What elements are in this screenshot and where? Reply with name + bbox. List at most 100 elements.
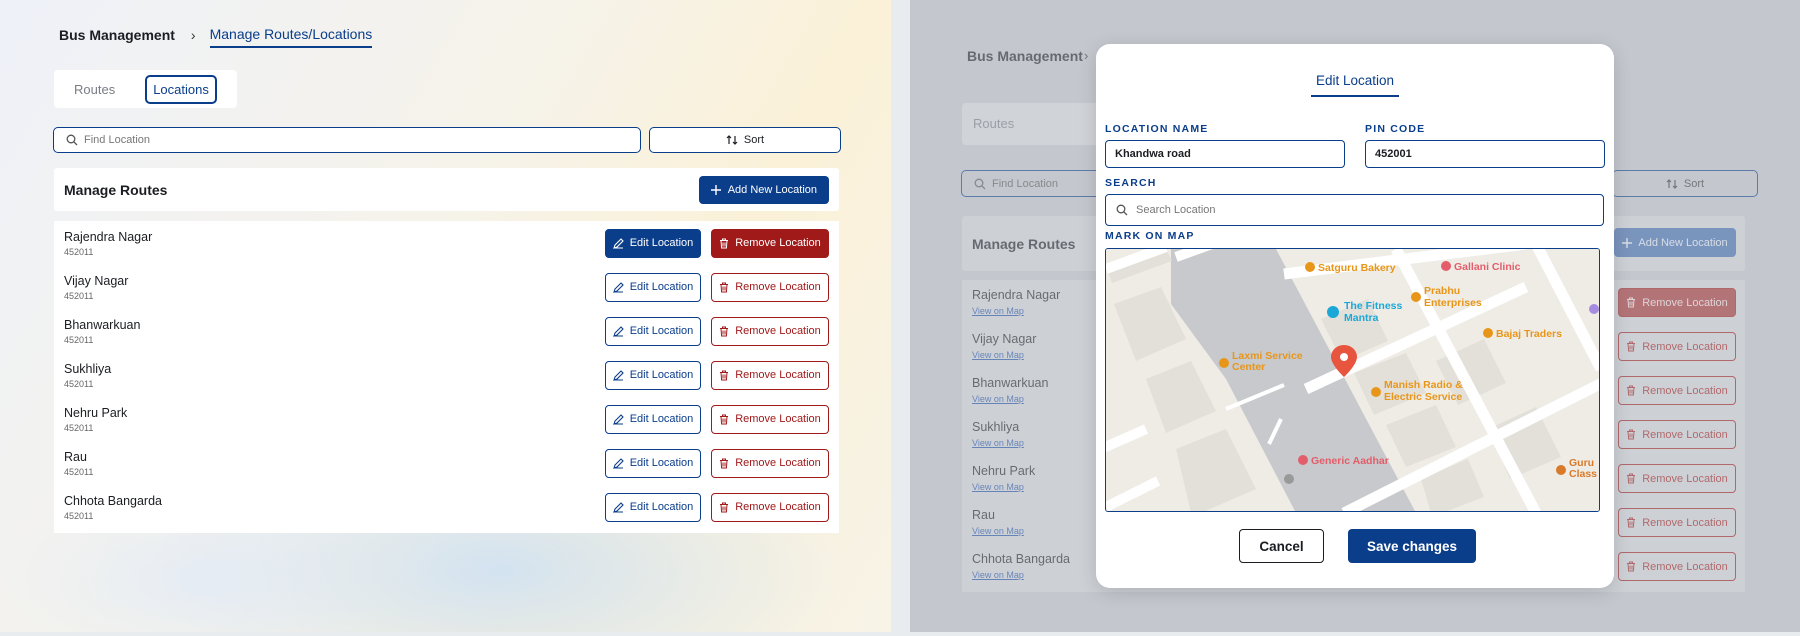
mark-on-map-label: MARK ON MAP <box>1105 230 1195 242</box>
breadcrumb-root: Bus Management <box>967 48 1083 64</box>
pencil-icon <box>612 325 624 337</box>
trash-icon <box>1627 517 1636 528</box>
card-title: Manage Routes <box>64 181 168 198</box>
app-stage: Bus Management › Manage Routes/Locations… <box>0 0 1800 636</box>
location-search-input[interactable] <box>1136 204 1576 216</box>
cancel-button[interactable]: Cancel <box>1239 529 1324 563</box>
edit-label: Edit Location <box>629 237 694 249</box>
edit-location-button[interactable]: Edit Location <box>605 316 701 346</box>
manage-routes-header: Manage Routes Add New Location <box>54 168 839 211</box>
add-location-label: Add New Location <box>1638 236 1728 249</box>
location-name: Sukhliya <box>64 361 112 376</box>
map-place-gallani: Gallani Clinic <box>1454 261 1521 273</box>
trash-icon <box>1627 429 1636 440</box>
map-place-manish-2: Electric Service <box>1384 391 1462 403</box>
map-canvas[interactable]: Satguru Bakery Gallani Clinic PrabhuEnte… <box>1106 249 1600 512</box>
location-pin: 452011 <box>64 246 94 257</box>
trash-icon <box>1627 561 1636 572</box>
list-item: Sukhliya 452011 Edit Location Remove Loca… <box>54 353 839 397</box>
location-search-box[interactable] <box>1105 194 1604 226</box>
tab-locations[interactable]: Locations <box>145 74 217 104</box>
remove-label: Remove Location <box>735 457 821 469</box>
remove-label: Remove Location <box>1642 472 1728 485</box>
edit-location-button[interactable]: Edit Location <box>605 404 701 434</box>
breadcrumb-root[interactable]: Bus Management <box>59 27 175 43</box>
edit-location-button[interactable]: Edit Location <box>605 492 701 522</box>
search-row: Sort <box>53 127 841 153</box>
location-name: Chhota Bangarda <box>64 493 162 508</box>
save-changes-button[interactable]: Save changes <box>1348 529 1476 563</box>
sort-icon <box>1666 178 1678 189</box>
map-place-fitness-1: The Fitness <box>1344 300 1403 312</box>
pencil-icon <box>612 413 624 425</box>
remove-label: Remove Location <box>1642 384 1728 397</box>
add-location-button: Add New Location <box>1614 228 1736 257</box>
remove-location-button: Remove Location <box>1618 464 1736 493</box>
edit-location-button[interactable]: Edit Location <box>605 272 701 302</box>
list-item: Chhota Bangarda 452011 Edit Location Remo… <box>54 485 839 529</box>
breadcrumb-separator: › <box>190 27 196 43</box>
map-place-prabhu-1: Prabhu <box>1424 285 1460 297</box>
breadcrumb-current[interactable]: Manage Routes/Locations <box>209 26 373 48</box>
pencil-icon <box>612 237 624 249</box>
panel-divider <box>891 0 910 636</box>
remove-location-button[interactable]: Remove Location <box>711 316 829 346</box>
trash-icon <box>1627 297 1636 308</box>
trash-icon <box>720 238 729 248</box>
sort-label: Sort <box>743 134 765 146</box>
pencil-icon <box>612 369 624 381</box>
search-placeholder: Find Location <box>992 177 1059 190</box>
location-name-label: LOCATION NAME <box>1105 123 1209 135</box>
remove-location-button[interactable]: Remove Location <box>711 360 829 390</box>
remove-label: Remove Location <box>1642 340 1728 353</box>
edit-label: Edit Location <box>629 501 694 513</box>
pencil-icon <box>612 281 624 293</box>
sort-button[interactable]: Sort <box>649 127 841 153</box>
remove-location-button[interactable]: Remove Location <box>711 228 829 258</box>
location-name: Nehru Park <box>64 405 128 420</box>
map-place-manish-1: Manish Radio & <box>1384 379 1463 391</box>
tab-routes[interactable]: Routes <box>60 76 129 103</box>
location-pin: 452011 <box>64 466 94 477</box>
remove-location-button: Remove Location <box>1618 376 1736 405</box>
list-item: Vijay Nagar 452011 Edit Location Remove L… <box>54 265 839 309</box>
trash-icon <box>1627 473 1636 484</box>
location-pin: 452011 <box>64 422 94 433</box>
remove-location-button[interactable]: Remove Location <box>711 492 829 522</box>
edit-label: Edit Location <box>629 457 694 469</box>
breadcrumb-separator: › <box>1084 48 1089 63</box>
remove-label: Remove Location <box>1642 560 1728 573</box>
map-place-fitness-2: Mantra <box>1344 312 1379 324</box>
edit-location-button[interactable]: Edit Location <box>605 228 701 258</box>
map-place-satguru: Satguru Bakery <box>1318 262 1396 274</box>
manage-locations-screen: Bus Management › Manage Routes/Locations… <box>0 0 891 632</box>
list-item: Rau 452011 Edit Location Remove Location <box>54 441 839 485</box>
pencil-icon <box>612 457 624 469</box>
edit-location-button[interactable]: Edit Location <box>605 360 701 390</box>
location-name-input[interactable] <box>1105 140 1345 168</box>
pencil-icon <box>612 501 624 513</box>
remove-label: Remove Location <box>735 325 821 337</box>
add-location-button[interactable]: Add New Location <box>698 175 829 204</box>
list-item: Nehru Park 452011 Edit Location Remove Lo… <box>54 397 839 441</box>
remove-location-button[interactable]: Remove Location <box>711 272 829 302</box>
location-name: Vijay Nagar <box>64 273 129 288</box>
search-icon <box>66 134 78 146</box>
remove-label: Remove Location <box>1642 516 1728 529</box>
sort-button: Sort <box>1612 170 1758 197</box>
remove-location-button[interactable]: Remove Location <box>711 448 829 478</box>
edit-location-button[interactable]: Edit Location <box>605 448 701 478</box>
remove-label: Remove Location <box>735 413 821 425</box>
location-pin: 452011 <box>64 334 94 345</box>
location-name: Rau <box>64 449 87 464</box>
plus-icon <box>1622 237 1633 248</box>
trash-icon <box>720 458 729 468</box>
search-input[interactable] <box>84 134 584 146</box>
pin-code-input[interactable] <box>1365 140 1605 168</box>
edit-location-modal: Edit Location LOCATION NAME PIN CODE SEA… <box>1096 44 1614 588</box>
search-box[interactable] <box>53 127 641 153</box>
remove-location-button[interactable]: Remove Location <box>711 404 829 434</box>
remove-label: Remove Location <box>1642 428 1728 441</box>
trash-icon <box>1627 385 1636 396</box>
map-picker[interactable]: Satguru Bakery Gallani Clinic Prabhu Ente… <box>1105 248 1600 512</box>
